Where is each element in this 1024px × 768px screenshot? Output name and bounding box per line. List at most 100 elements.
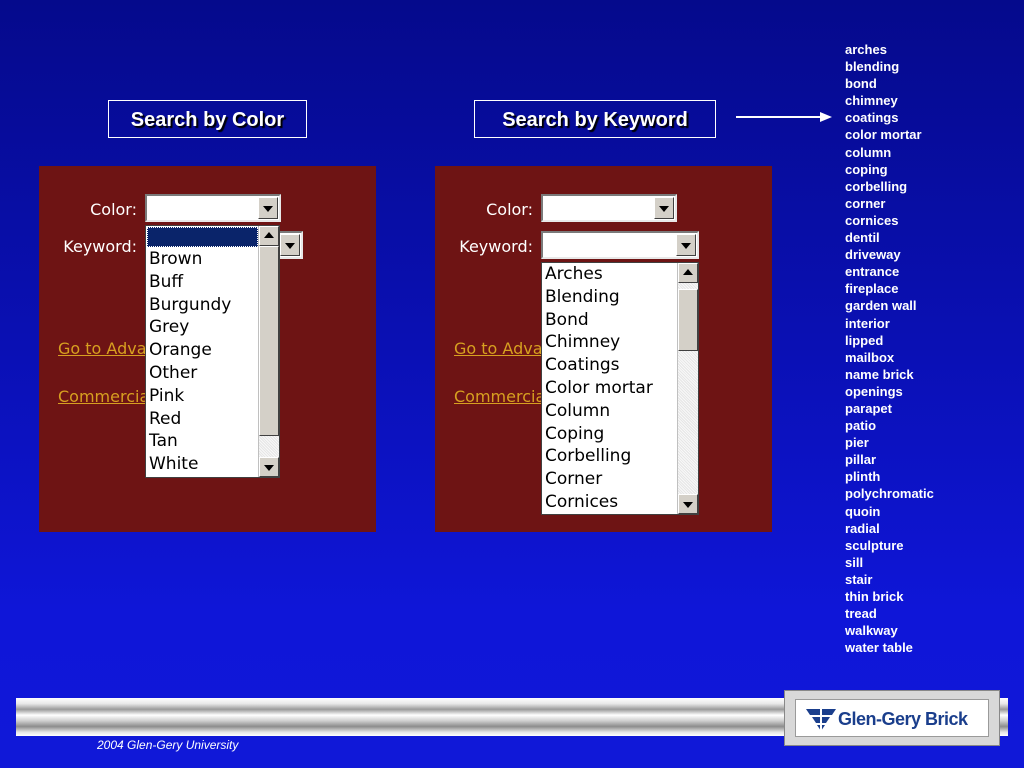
scroll-down-button[interactable] bbox=[678, 494, 698, 514]
keyword-list-item: openings bbox=[845, 383, 903, 399]
keyword-list-item: fireplace bbox=[845, 281, 899, 297]
keyword-list-item: pillar bbox=[845, 452, 877, 468]
advanced-search-link[interactable]: Go to Advar bbox=[58, 339, 153, 358]
chevron-up-icon bbox=[683, 269, 693, 275]
chevron-down-icon bbox=[683, 502, 693, 508]
logo-frame: Glen-Gery Brick bbox=[784, 690, 1000, 746]
keyword-option[interactable]: Chimney bbox=[545, 331, 653, 354]
color-option[interactable]: Tan bbox=[149, 430, 231, 453]
keyword-list-item: thin brick bbox=[845, 589, 904, 604]
keyword-list-scrollbar[interactable] bbox=[677, 263, 698, 514]
color-option[interactable]: White bbox=[149, 453, 231, 476]
chevron-down-icon bbox=[659, 206, 669, 212]
search-by-keyword-heading: Search by Keyword bbox=[474, 100, 716, 138]
commercial-link[interactable]: Commercia bbox=[454, 387, 545, 406]
color-list-scrollbar[interactable] bbox=[258, 226, 279, 477]
keyword-option[interactable]: Bond bbox=[545, 309, 653, 332]
keyword-option[interactable]: Coping bbox=[545, 423, 653, 446]
keyword-list-item: cornices bbox=[845, 212, 899, 228]
keyword-list-item: color mortar bbox=[845, 127, 922, 143]
color-option[interactable]: Brown bbox=[149, 248, 231, 271]
color-option[interactable]: Buff bbox=[149, 271, 231, 294]
keyword-list-item: parapet bbox=[845, 400, 892, 416]
scroll-down-button[interactable] bbox=[259, 457, 279, 477]
color-search-panel: Color: Keyword: Go to Advar Commercia Br… bbox=[39, 166, 376, 532]
keyword-list-item: name brick bbox=[845, 366, 914, 382]
scroll-up-button[interactable] bbox=[259, 226, 279, 246]
keyword-list-item: pier bbox=[845, 435, 869, 451]
scroll-thumb[interactable] bbox=[678, 289, 698, 351]
logo: Glen-Gery Brick bbox=[795, 699, 989, 737]
keyword-list-item: interior bbox=[845, 315, 890, 331]
keyword-list-item: walkway bbox=[845, 623, 898, 639]
footer-copyright: 2004 Glen-Gery University bbox=[97, 738, 239, 752]
keyword-list-item: coping bbox=[845, 161, 888, 177]
keyword-list-item: entrance bbox=[845, 264, 900, 280]
keyword-list-item: water table bbox=[845, 640, 913, 656]
keyword-options: Arches Blending Bond Chimney Coatings Color m… bbox=[545, 263, 653, 514]
keyword-dropdown-list[interactable]: Arches Blending Bond Chimney Coatings Color m… bbox=[541, 262, 699, 515]
keyword-list-item: radial bbox=[845, 520, 880, 536]
keyword-select-button[interactable] bbox=[676, 234, 696, 256]
keyword-list-item: blending bbox=[845, 59, 900, 75]
keyword-list-item: quoin bbox=[845, 503, 881, 519]
color-option[interactable]: Other bbox=[149, 362, 231, 385]
keyword-option[interactable]: Coatings bbox=[545, 354, 653, 377]
keyword-list-item: arches bbox=[845, 42, 887, 57]
keyword-option[interactable]: Arches bbox=[545, 263, 653, 286]
scroll-thumb[interactable] bbox=[259, 246, 279, 436]
logo-text: Glen-Gery Brick bbox=[838, 709, 968, 729]
keyword-option[interactable]: Cornices bbox=[545, 491, 653, 514]
keyword-list-item: patio bbox=[845, 418, 877, 434]
keyword-select[interactable] bbox=[541, 231, 699, 259]
keyword-list-item: plinth bbox=[845, 469, 881, 485]
color-select[interactable] bbox=[541, 194, 677, 222]
advanced-search-link[interactable]: Go to Advar bbox=[454, 339, 549, 358]
keyword-label: Keyword: bbox=[459, 237, 533, 256]
keyword-select-button[interactable] bbox=[280, 234, 300, 256]
color-select-button[interactable] bbox=[654, 197, 674, 219]
keyword-list-item: column bbox=[845, 144, 892, 160]
color-label: Color: bbox=[486, 200, 533, 219]
keyword-list-item: garden wall bbox=[845, 298, 917, 314]
keyword-label: Keyword: bbox=[63, 237, 137, 256]
color-option[interactable]: Orange bbox=[149, 339, 231, 362]
keyword-option[interactable]: Column bbox=[545, 400, 653, 423]
color-label: Color: bbox=[90, 200, 137, 219]
keyword-option[interactable]: Blending bbox=[545, 286, 653, 309]
arrow-right-icon bbox=[736, 112, 832, 122]
keyword-option[interactable]: Corner bbox=[545, 468, 653, 491]
scroll-up-button[interactable] bbox=[678, 263, 698, 283]
keyword-list-item: corner bbox=[845, 195, 886, 211]
chevron-down-icon bbox=[285, 243, 295, 249]
glen-gery-logo-icon bbox=[806, 709, 836, 731]
keyword-list-item: polychromatic bbox=[845, 486, 934, 502]
highlighted-empty-option[interactable] bbox=[147, 227, 258, 247]
keyword-list-item: bond bbox=[845, 76, 877, 92]
keyword-list-item: stair bbox=[845, 571, 873, 587]
keyword-list-item: chimney bbox=[845, 93, 898, 109]
keyword-list-item: sill bbox=[845, 554, 864, 570]
color-select[interactable] bbox=[145, 194, 281, 222]
search-by-color-heading: Search by Color bbox=[108, 100, 307, 138]
keyword-option[interactable]: Color mortar bbox=[545, 377, 653, 400]
keyword-search-panel: Color: Keyword: Go to Advar Commercia Ar… bbox=[435, 166, 772, 532]
commercial-link[interactable]: Commercia bbox=[58, 387, 149, 406]
chevron-down-icon bbox=[264, 465, 274, 471]
keyword-list-item: lipped bbox=[845, 332, 884, 348]
color-dropdown-list[interactable]: Brown Buff Burgundy Grey Orange Other Pink Red T… bbox=[145, 225, 280, 478]
chevron-down-icon bbox=[681, 243, 691, 249]
keyword-option[interactable]: Corbelling bbox=[545, 445, 653, 468]
keyword-list: arches blending bond chimney coatings color m… bbox=[845, 41, 934, 656]
chevron-down-icon bbox=[263, 206, 273, 212]
color-option[interactable]: Burgundy bbox=[149, 294, 231, 317]
color-options: Brown Buff Burgundy Grey Orange Other Pink Red T… bbox=[149, 248, 231, 476]
color-option[interactable]: Grey bbox=[149, 316, 231, 339]
keyword-list-item: sculpture bbox=[845, 537, 904, 553]
keyword-list-item: mailbox bbox=[845, 349, 895, 365]
color-option[interactable]: Red bbox=[149, 408, 231, 431]
color-option[interactable]: Pink bbox=[149, 385, 231, 408]
keyword-list-item: corbelling bbox=[845, 178, 908, 194]
color-select-button[interactable] bbox=[258, 197, 278, 219]
keyword-list-item: driveway bbox=[845, 247, 901, 263]
